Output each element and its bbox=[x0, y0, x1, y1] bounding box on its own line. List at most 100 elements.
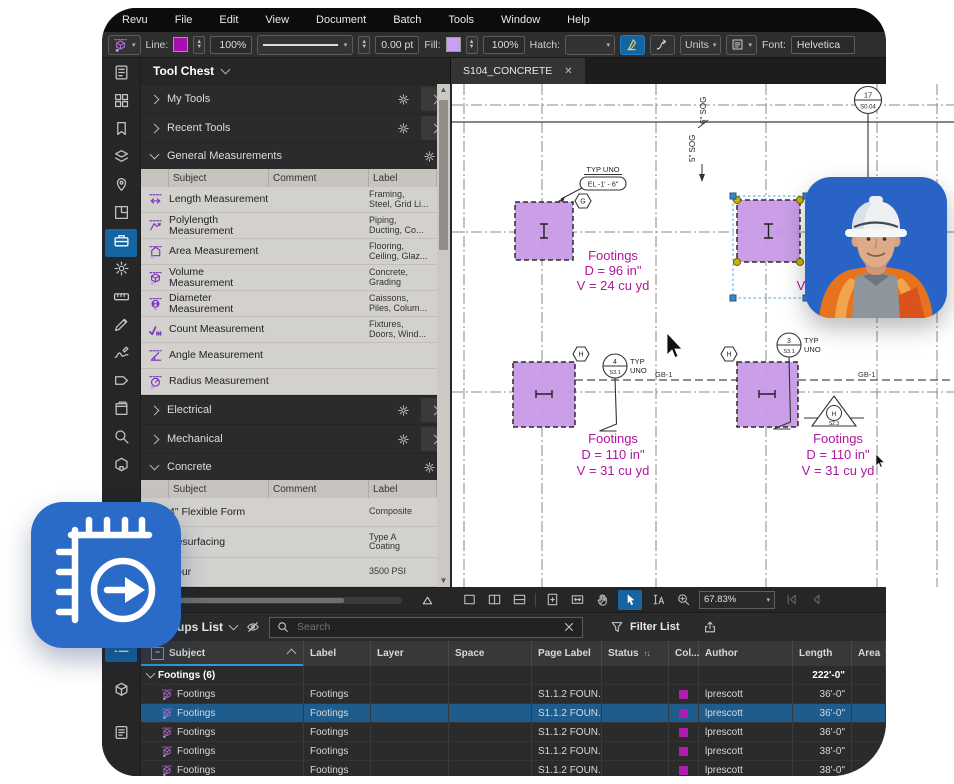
menu-document[interactable]: Document bbox=[316, 14, 366, 26]
line-style-dropdown[interactable]: ▾ bbox=[257, 35, 353, 55]
stroke-width-stepper[interactable]: ▲▼ bbox=[358, 36, 370, 54]
sidebar-item-layers[interactable] bbox=[105, 145, 137, 173]
close-icon[interactable]: ✕ bbox=[564, 66, 572, 77]
sidebar-item-bookmarks[interactable] bbox=[105, 117, 137, 145]
gear-icon[interactable] bbox=[397, 404, 410, 417]
gear-icon[interactable] bbox=[397, 433, 410, 446]
color-swatch[interactable] bbox=[679, 728, 688, 737]
tool-row-pour[interactable]: Pour3500 PSI bbox=[141, 558, 437, 587]
tool-row-flexible-form[interactable]: 4" Flexible FormComposite bbox=[141, 498, 437, 527]
tool-chest-scrollbar[interactable]: ▲ ▼ bbox=[437, 84, 450, 587]
tool-row-diameter[interactable]: Diameter MeasurementCaissons, Piles, Col… bbox=[141, 291, 437, 317]
split-horizontal-icon[interactable] bbox=[510, 590, 528, 610]
sidebar-item-links[interactable] bbox=[105, 369, 137, 397]
sidebar-item-properties[interactable] bbox=[105, 257, 137, 285]
menu-file[interactable]: File bbox=[175, 14, 193, 26]
select-cursor-icon[interactable] bbox=[618, 590, 642, 610]
tool-chest-section-my-tools[interactable]: My Tools bbox=[141, 84, 450, 113]
sidebar-item-places[interactable] bbox=[105, 173, 137, 201]
previous-page-icon[interactable] bbox=[807, 590, 825, 610]
tool-row-radius[interactable]: Radius Measurement bbox=[141, 369, 437, 395]
col-subject[interactable]: −Subject bbox=[141, 641, 304, 666]
markup-row-selected[interactable]: Footings Footings S1.1.2 FOUN... lpresco… bbox=[141, 704, 886, 723]
sidebar-item-signatures[interactable] bbox=[105, 341, 137, 369]
markups-group-row[interactable]: Footings (6) 222'-0" bbox=[141, 666, 886, 685]
col-color[interactable]: Col... bbox=[669, 641, 699, 666]
align-dropdown[interactable]: ▾ bbox=[726, 35, 757, 55]
menu-view[interactable]: View bbox=[265, 14, 289, 26]
tool-row-angle[interactable]: Angle Measurement bbox=[141, 343, 437, 369]
col-page-label[interactable]: Page Label bbox=[532, 641, 602, 666]
color-swatch[interactable] bbox=[679, 747, 688, 756]
zoom-icon[interactable] bbox=[674, 590, 692, 610]
sidebar-item-markup[interactable] bbox=[105, 313, 137, 341]
fill-opacity-stepper[interactable]: ▲▼ bbox=[466, 36, 478, 54]
tool-chest-section-concrete[interactable]: Concrete bbox=[141, 453, 450, 480]
drawing-canvas[interactable]: 17 S0.04 6" SOG 5" SOG TYP UNO EL -1' - … bbox=[452, 84, 954, 587]
tool-chest-section-electrical[interactable]: Electrical bbox=[141, 395, 450, 424]
document-tab[interactable]: S104_CONCRETE ✕ bbox=[451, 58, 585, 84]
menu-tools[interactable]: Tools bbox=[448, 14, 474, 26]
horizontal-scrollbar[interactable] bbox=[152, 597, 402, 604]
col-area[interactable]: Area bbox=[852, 641, 886, 666]
single-page-icon[interactable] bbox=[460, 590, 478, 610]
menu-edit[interactable]: Edit bbox=[219, 14, 238, 26]
tool-chest-section-recent-tools[interactable]: Recent Tools bbox=[141, 113, 450, 142]
filter-list-button[interactable]: Filter List bbox=[610, 620, 680, 634]
protractor-tool-button[interactable] bbox=[620, 35, 645, 55]
scrollbar-thumb[interactable] bbox=[154, 598, 344, 603]
font-value[interactable]: Helvetica bbox=[791, 36, 855, 54]
gear-icon[interactable] bbox=[397, 93, 410, 106]
markup-row[interactable]: Footings Footings S1.1.2 FOUN... lpresco… bbox=[141, 685, 886, 704]
tool-row-length[interactable]: Length MeasurementFraming, Steel, Grid L… bbox=[141, 187, 437, 213]
sidebar-item-3d-model[interactable] bbox=[105, 397, 137, 425]
tool-chest-section-general-measurements[interactable]: General Measurements bbox=[141, 142, 450, 169]
gear-icon[interactable] bbox=[423, 150, 436, 163]
fit-width-icon[interactable] bbox=[568, 590, 586, 610]
tool-chest-section-mechanical[interactable]: Mechanical bbox=[141, 424, 450, 453]
tool-row-resurfacing[interactable]: ResurfacingType A Coating bbox=[141, 527, 437, 558]
menu-batch[interactable]: Batch bbox=[393, 14, 421, 26]
tool-row-polylength[interactable]: Polylength MeasurementPiping, Ducting, C… bbox=[141, 213, 437, 239]
hexagon-callout-g[interactable]: G bbox=[575, 194, 591, 208]
hide-markups-icon[interactable] bbox=[246, 620, 260, 634]
sidebar-item-search[interactable] bbox=[105, 425, 137, 453]
tool-row-count[interactable]: Count MeasurementFixtures, Doors, Wind..… bbox=[141, 317, 437, 343]
tool-row-volume[interactable]: Volume MeasurementConcrete, Grading bbox=[141, 265, 437, 291]
scroll-down-icon[interactable]: ▼ bbox=[440, 575, 448, 587]
col-author[interactable]: Author bbox=[699, 641, 793, 666]
tool-row-area[interactable]: Area MeasurementFlooring, Ceiling, Glaz.… bbox=[141, 239, 437, 265]
col-space[interactable]: Space bbox=[449, 641, 532, 666]
col-subject[interactable]: Subject bbox=[169, 169, 269, 187]
scrollbar-thumb[interactable] bbox=[439, 100, 448, 250]
clear-search-icon[interactable] bbox=[562, 620, 576, 634]
col-label[interactable]: Label bbox=[304, 641, 371, 666]
col-comment[interactable]: Comment bbox=[269, 480, 369, 498]
sidebar-item-thumbnails[interactable] bbox=[105, 89, 137, 117]
col-length[interactable]: Length bbox=[793, 641, 852, 666]
sidebar-item-forms[interactable] bbox=[105, 722, 137, 748]
col-status[interactable]: Status↑↓ bbox=[602, 641, 669, 666]
gear-icon[interactable] bbox=[423, 461, 436, 474]
gear-icon[interactable] bbox=[397, 122, 410, 135]
line-opacity-value[interactable]: 100% bbox=[210, 36, 252, 54]
active-tool-dropdown[interactable]: ▾ bbox=[108, 35, 141, 55]
fill-opacity-value[interactable]: 100% bbox=[483, 36, 525, 54]
stroke-width-value[interactable]: 0.00 pt bbox=[375, 36, 419, 54]
markup-row[interactable]: Footings Footings S1.1.2 FOUN... lpresco… bbox=[141, 742, 886, 761]
collapse-all-icon[interactable]: − bbox=[151, 647, 164, 660]
menu-window[interactable]: Window bbox=[501, 14, 540, 26]
sidebar-item-3d-model[interactable] bbox=[105, 679, 137, 705]
sidebar-item-tool-chest[interactable] bbox=[105, 229, 137, 257]
split-vertical-icon[interactable] bbox=[485, 590, 503, 610]
sidebar-item-measurements[interactable] bbox=[105, 285, 137, 313]
hexagon-callout-h-left[interactable]: H bbox=[573, 347, 589, 361]
fill-color-swatch[interactable] bbox=[446, 37, 461, 52]
pan-hand-icon[interactable] bbox=[593, 590, 611, 610]
sidebar-item-spaces[interactable] bbox=[105, 201, 137, 229]
col-comment[interactable]: Comment bbox=[269, 169, 369, 187]
color-swatch[interactable] bbox=[679, 766, 688, 775]
expand-panel-icon[interactable] bbox=[420, 593, 435, 608]
sidebar-item-file-access[interactable] bbox=[105, 61, 137, 89]
first-page-icon[interactable] bbox=[782, 590, 800, 610]
